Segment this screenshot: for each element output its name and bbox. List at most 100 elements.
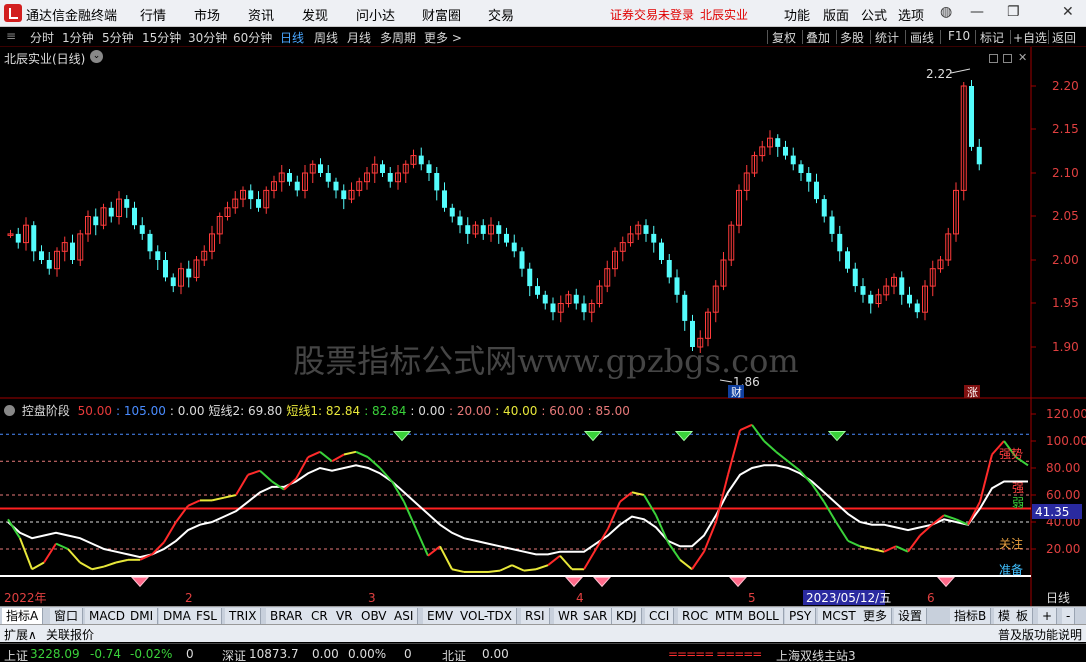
menu-caifuquan[interactable]: 财富圈 — [422, 5, 461, 24]
candle-body — [790, 155, 796, 165]
tool-add-watch[interactable]: +自选 — [1013, 29, 1047, 46]
indicator-tab-23[interactable]: MCST — [818, 608, 861, 624]
menu-gongneng[interactable]: 功能 — [784, 5, 810, 24]
indicator-tab-0[interactable]: 指标A — [2, 608, 44, 624]
bz-label[interactable]: 北证 — [442, 647, 466, 662]
indicator-tab-19[interactable]: ROC — [678, 608, 714, 624]
tool-diejia[interactable]: 叠加 — [806, 29, 830, 46]
label-guanzhu: 关注 — [999, 536, 1023, 551]
period-weekly[interactable]: 周线 — [314, 29, 338, 46]
indicator-tab-22[interactable]: PSY — [785, 608, 817, 624]
sh-label[interactable]: 上证 — [4, 647, 28, 662]
indicator-line-short1 — [211, 496, 225, 502]
indicator-tab-13[interactable]: VOL-TDX — [456, 608, 517, 624]
candle-body — [535, 286, 540, 295]
period-daily[interactable]: 日线 — [280, 29, 304, 46]
server-name[interactable]: 上海双线主站3 — [776, 647, 856, 662]
expand-button[interactable]: 扩展∧ — [4, 626, 37, 643]
candle-body — [341, 190, 347, 200]
menu-wenxiaoda[interactable]: 问小达 — [356, 5, 395, 24]
menu-hangqing[interactable]: 行情 — [140, 5, 166, 24]
candle-body — [573, 294, 579, 304]
indicator-line-short1 — [727, 429, 741, 476]
indicator-tab-14[interactable]: RSI — [521, 608, 550, 624]
period-1min[interactable]: 1分钟 — [62, 29, 94, 46]
indicator-tab-21[interactable]: BOLL — [744, 608, 784, 624]
indicator-tab-25[interactable]: 设置 — [894, 608, 928, 624]
period-60min[interactable]: 60分钟 — [233, 29, 272, 46]
menu-zixun[interactable]: 资讯 — [248, 5, 274, 24]
shirt-icon[interactable]: ◍ — [940, 4, 952, 20]
indicator-tab-4[interactable]: DMA — [159, 608, 196, 624]
menu-banmian[interactable]: 版面 — [823, 5, 849, 24]
help-link[interactable]: 普及版功能说明 — [998, 626, 1082, 643]
indicator-line-short1 — [499, 564, 513, 572]
indicator-tab-7[interactable]: BRAR — [266, 608, 308, 624]
indicator-tab-17[interactable]: KDJ — [612, 608, 642, 624]
minimize-icon[interactable]: — — [970, 4, 984, 20]
tool-duogu[interactable]: 多股 — [840, 29, 864, 46]
period-fenshi[interactable]: 分时 — [30, 29, 54, 46]
indicator-tab-5[interactable]: FSL — [192, 608, 222, 624]
candle-body — [542, 294, 548, 304]
indicator-tab-right-3[interactable]: + — [1038, 608, 1058, 624]
close-icon[interactable]: ✕ — [1062, 4, 1074, 20]
indicator-tab-10[interactable]: OBV — [357, 608, 392, 624]
candle-body — [139, 225, 145, 234]
tool-huaxian[interactable]: 画线 — [910, 29, 934, 46]
period-monthly[interactable]: 月线 — [347, 29, 371, 46]
date-label-year: 2022年 — [4, 591, 47, 605]
indicator-tab-11[interactable]: ASI — [390, 608, 419, 624]
tool-f10[interactable]: F10 — [948, 29, 970, 43]
indicator-tab-3[interactable]: DMI — [126, 608, 159, 624]
candle-body — [124, 199, 130, 208]
menu-xuanxiang[interactable]: 选项 — [898, 5, 924, 24]
period-30min[interactable]: 30分钟 — [188, 29, 227, 46]
indicator-tab-1[interactable]: 窗口 — [50, 608, 84, 624]
indicator-tab-2[interactable]: MACD — [85, 608, 130, 624]
indicator-tab-12[interactable]: EMV — [423, 608, 459, 624]
period-15min[interactable]: 15分钟 — [142, 29, 181, 46]
candle-body — [426, 164, 432, 173]
candle-body — [108, 207, 114, 217]
sz-label[interactable]: 深证 — [222, 647, 246, 662]
menu-faxian[interactable]: 发现 — [302, 5, 328, 24]
indicator-tab-16[interactable]: SAR — [579, 608, 613, 624]
period-more[interactable]: 更多 > — [424, 29, 462, 46]
indicator-tab-24[interactable]: 更多 — [859, 608, 893, 624]
indicator-line-short1 — [271, 480, 285, 491]
tool-fuquan[interactable]: 复权 — [772, 29, 796, 46]
candles-group — [7, 80, 982, 353]
tool-biaoji[interactable]: 标记 — [980, 29, 1004, 46]
hamburger-icon[interactable]: ≡ — [6, 29, 16, 43]
indicator-line-short1 — [31, 561, 45, 571]
period-5min[interactable]: 5分钟 — [102, 29, 134, 46]
related-quote-button[interactable]: 关联报价 — [46, 626, 94, 643]
menu-gongshi[interactable]: 公式 — [861, 5, 887, 24]
indicator-tab-9[interactable]: VR — [332, 608, 358, 624]
tool-back[interactable]: 返回 — [1052, 29, 1076, 46]
indicator-tab-right-0[interactable]: 指标B — [950, 608, 992, 624]
sh-percent: -0.02% — [130, 647, 173, 661]
restore-icon[interactable]: ❐ — [1007, 4, 1020, 20]
indicator-tab-18[interactable]: CCI — [645, 608, 675, 624]
candlestick-chart[interactable]: 股票指标公式网www.gpzbgs.com 2.202.152.102.052.… — [0, 47, 1086, 399]
indicator-line-short2 — [7, 464, 1028, 559]
candle-body — [147, 233, 153, 252]
candle-body — [434, 173, 440, 191]
login-warning[interactable]: 证券交易未登录 — [610, 6, 694, 23]
indicator-tab-8[interactable]: CR — [307, 608, 333, 624]
tool-tongji[interactable]: 统计 — [875, 29, 899, 46]
indicator-tab-right-4[interactable]: - — [1062, 608, 1076, 624]
indicator-tick-label: 60.00 — [1046, 488, 1080, 502]
indicator-line-short1 — [739, 423, 753, 432]
indicator-chart[interactable]: 120.00100.0080.0060.0040.0020.00 41.35 强… — [0, 399, 1086, 606]
indicator-tab-20[interactable]: MTM — [711, 608, 749, 624]
period-multi[interactable]: 多周期 — [380, 29, 416, 46]
indicator-line-short1 — [439, 545, 453, 570]
menu-jiaoyi[interactable]: 交易 — [488, 5, 514, 24]
indicator-line-short1 — [235, 474, 249, 496]
indicator-tab-right-2[interactable]: 板 — [1012, 608, 1034, 624]
menu-shichang[interactable]: 市场 — [194, 5, 220, 24]
indicator-tab-6[interactable]: TRIX — [225, 608, 262, 624]
